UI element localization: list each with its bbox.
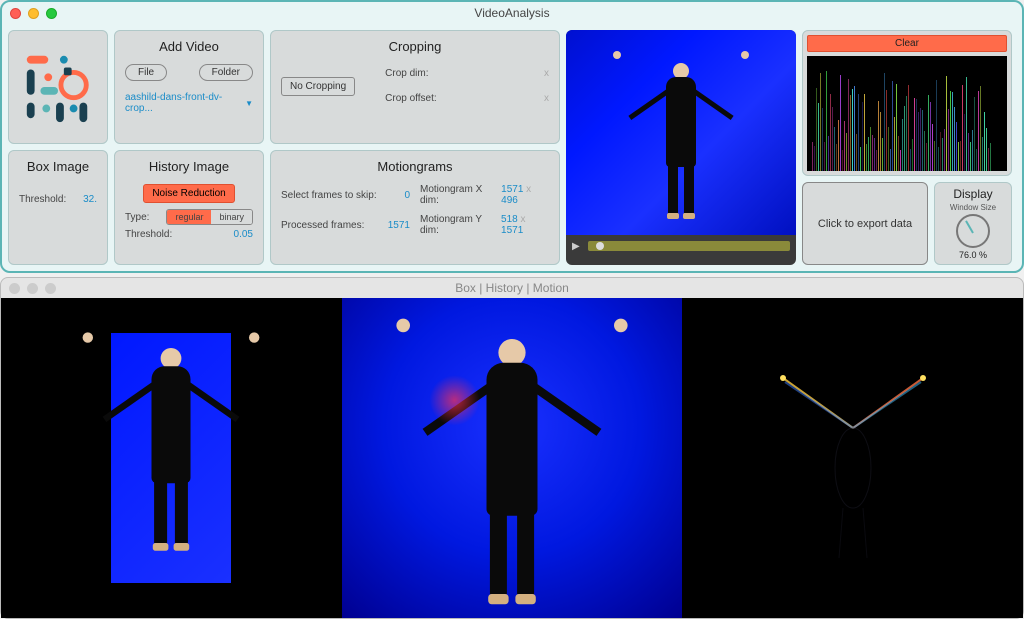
- select-frames-value[interactable]: 0: [404, 190, 410, 201]
- processed-value: 1571: [388, 220, 410, 231]
- type-label: Type:: [125, 212, 149, 223]
- scrubber[interactable]: [588, 241, 790, 251]
- zoom-icon-2[interactable]: [45, 283, 56, 294]
- my-b: 1571: [501, 225, 523, 236]
- video-file-dropdown[interactable]: aashild-dans-front-dv-crop... ▼: [125, 92, 253, 114]
- cropping-panel: Cropping No Cropping Crop dim: x Crop of…: [270, 30, 560, 144]
- my-a: 518: [501, 214, 518, 225]
- motiongram-preview: document.write(Array.from({length:90},(_…: [807, 56, 1007, 171]
- box-view: [1, 298, 342, 618]
- mx-label: Motiongram X dim:: [420, 184, 501, 206]
- chevron-down-icon: ▼: [245, 99, 253, 108]
- mx-a: 1571: [501, 184, 523, 195]
- analysis-views: [1, 298, 1023, 618]
- history-view: [342, 298, 683, 618]
- type-regular[interactable]: regular: [167, 210, 211, 224]
- window-2-title: Box | History | Motion: [455, 281, 569, 295]
- add-video-heading: Add Video: [125, 39, 253, 54]
- box-threshold-label: Threshold:: [19, 194, 66, 205]
- minimize-icon-2[interactable]: [27, 283, 38, 294]
- close-icon-2[interactable]: [9, 283, 20, 294]
- crop-dim-x: x: [544, 68, 549, 79]
- titlebar: VideoAnalysis: [2, 2, 1022, 24]
- window-size-dial[interactable]: [956, 214, 990, 248]
- window-size-value: 76.0 %: [939, 250, 1007, 260]
- no-cropping-button[interactable]: No Cropping: [281, 77, 355, 96]
- motion-view: [682, 298, 1023, 618]
- video-content: [651, 53, 711, 213]
- dropdown-label: aashild-dans-front-dv-crop...: [125, 92, 241, 114]
- video-frame: [566, 30, 796, 235]
- history-threshold-label: Threshold:: [125, 229, 172, 240]
- mx-x: x: [526, 184, 531, 195]
- play-icon[interactable]: ▶: [572, 241, 580, 252]
- clear-button[interactable]: Clear: [807, 35, 1007, 52]
- motiongrams-panel: Motiongrams Select frames to skip: 0 Mot…: [270, 150, 560, 265]
- folder-button[interactable]: Folder: [199, 64, 253, 81]
- box-threshold-value[interactable]: 32.: [83, 194, 97, 205]
- select-frames-label: Select frames to skip:: [281, 190, 377, 201]
- video-analysis-window: VideoAnalysis Add Video File: [0, 0, 1024, 273]
- type-segmented: regular binary: [166, 209, 253, 225]
- history-image-panel: History Image Noise Reduction Type: regu…: [114, 150, 264, 265]
- video-preview: ▶: [566, 30, 796, 265]
- my-x: x: [520, 214, 525, 225]
- box-history-motion-window: Box | History | Motion: [0, 277, 1024, 619]
- add-video-panel: Add Video File Folder aashild-dans-front…: [114, 30, 264, 144]
- motiongrams-heading: Motiongrams: [281, 159, 549, 174]
- close-icon[interactable]: [10, 8, 21, 19]
- box-image-panel: Box Image Threshold: 32.: [8, 150, 108, 265]
- titlebar-2: Box | History | Motion: [1, 278, 1023, 298]
- cropping-heading: Cropping: [281, 39, 549, 54]
- history-heading: History Image: [125, 159, 253, 174]
- crop-offset-label: Crop offset:: [385, 93, 437, 104]
- my-label: Motiongram Y dim:: [420, 214, 501, 236]
- display-heading: Display: [939, 187, 1007, 201]
- video-playbar: ▶: [566, 235, 796, 257]
- history-threshold-value[interactable]: 0.05: [234, 229, 253, 240]
- minimize-icon[interactable]: [28, 8, 39, 19]
- export-data-button[interactable]: Click to export data: [802, 182, 928, 265]
- motion-preview-panel: Clear document.write(Array.from({length:…: [802, 30, 1012, 176]
- crop-offset-x: x: [544, 93, 549, 104]
- display-panel: Display Window Size 76.0 %: [934, 182, 1012, 265]
- processed-label: Processed frames:: [281, 220, 364, 231]
- window-size-label: Window Size: [939, 203, 1007, 212]
- type-binary[interactable]: binary: [211, 210, 252, 224]
- mx-b: 496: [501, 195, 518, 206]
- window-title: VideoAnalysis: [474, 6, 549, 20]
- zoom-icon[interactable]: [46, 8, 57, 19]
- file-button[interactable]: File: [125, 64, 167, 81]
- app-logo: [8, 30, 108, 144]
- noise-reduction-button[interactable]: Noise Reduction: [143, 184, 234, 203]
- crop-dim-label: Crop dim:: [385, 68, 428, 79]
- scrubber-knob[interactable]: [596, 242, 604, 250]
- box-image-heading: Box Image: [19, 159, 97, 174]
